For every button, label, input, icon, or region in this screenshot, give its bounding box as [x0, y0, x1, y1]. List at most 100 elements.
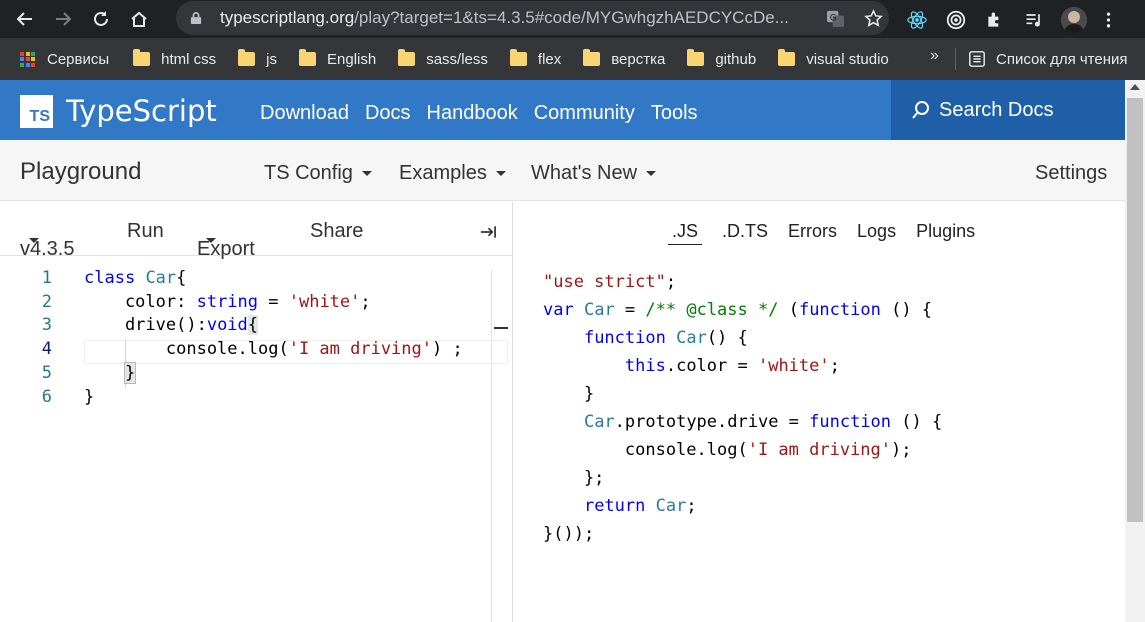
- bookmark-label: English: [327, 50, 377, 68]
- bookmarks-overflow-button[interactable]: »: [930, 47, 939, 65]
- examples-label: Examples: [399, 162, 487, 184]
- bookmark-label: верстка: [611, 50, 666, 68]
- brand-name[interactable]: TypeScript: [66, 94, 217, 128]
- overview-ruler-mark: [494, 327, 508, 329]
- bookmark-label: js: [266, 50, 278, 68]
- tab-dts[interactable]: .D.TS: [702, 221, 768, 245]
- bookmark-label: Сервисы: [47, 50, 110, 68]
- main-nav: Download Docs Handbook Community Tools: [260, 102, 714, 125]
- tab-errors[interactable]: Errors: [788, 221, 837, 245]
- nav-download[interactable]: Download: [260, 102, 349, 125]
- scrollbar-thumb[interactable]: [1127, 98, 1143, 522]
- code-text: drive():void{: [84, 315, 259, 335]
- editor-scroll-track[interactable]: [491, 270, 492, 622]
- line-number: 6: [41, 387, 52, 407]
- search-label: Search Docs: [939, 98, 1054, 121]
- bookmark-folder-html-css[interactable]: html css: [133, 38, 216, 80]
- chevron-down-icon: [206, 238, 216, 243]
- output-line: var Car = /** @class */ (function () {: [543, 300, 933, 320]
- ts-config-label: TS Config: [264, 162, 353, 184]
- bookmark-label: sass/less: [426, 50, 488, 68]
- run-button[interactable]: Run: [127, 220, 164, 243]
- playground-bar: Playground TS Config Examples What's New…: [0, 140, 1125, 201]
- bookmark-folder-english[interactable]: English: [299, 38, 376, 80]
- pane-divider[interactable]: [512, 202, 513, 622]
- search-docs-button[interactable]: Search Docs: [891, 80, 1125, 140]
- url-path: /play?target=1&ts=4.3.5#code/MYGwhgzhAED…: [354, 8, 789, 27]
- collapse-sidebar-icon[interactable]: [480, 222, 497, 245]
- tab-js[interactable]: .JS: [668, 221, 703, 245]
- target-extension-icon[interactable]: [944, 8, 968, 32]
- output-line: "use strict";: [543, 272, 677, 292]
- tab-plugins[interactable]: Plugins: [916, 221, 975, 245]
- bookmark-folder-sass-less[interactable]: sass/less: [398, 38, 488, 80]
- editor-line: 5 }: [0, 362, 510, 387]
- line-number: 1: [41, 268, 52, 288]
- site-header: TS TypeScript Download Docs Handbook Com…: [0, 80, 1125, 140]
- code-text: color: string = 'white';: [84, 292, 371, 312]
- whats-new-label: What's New: [531, 162, 638, 184]
- output-line: return Car;: [583, 496, 697, 516]
- folder-icon: [238, 49, 256, 66]
- url-text[interactable]: typescriptlang.org/play?target=1&ts=4.3.…: [220, 8, 810, 28]
- bookmark-label: html css: [161, 50, 217, 68]
- logo-text: TS: [29, 108, 50, 125]
- profile-avatar[interactable]: [1061, 7, 1087, 33]
- nav-handbook[interactable]: Handbook: [427, 102, 518, 125]
- react-devtools-icon[interactable]: [905, 8, 929, 32]
- reading-list-icon: [968, 50, 986, 68]
- tab-logs[interactable]: Logs: [857, 221, 896, 245]
- line-number: 5: [41, 363, 52, 383]
- folder-icon: [299, 49, 317, 66]
- bookmark-star-icon[interactable]: [863, 8, 883, 28]
- back-arrow-icon[interactable]: [10, 4, 40, 34]
- output-line: }: [543, 384, 595, 404]
- puzzle-extensions-icon[interactable]: [983, 8, 1007, 32]
- whats-new-menu[interactable]: What's New: [531, 162, 657, 185]
- share-button[interactable]: Share: [310, 220, 363, 243]
- folder-icon: [133, 49, 151, 66]
- browser-menu-icon[interactable]: [1102, 8, 1114, 32]
- browser-toolbar: typescriptlang.org/play?target=1&ts=4.3.…: [0, 0, 1145, 38]
- bookmark-folder-flex[interactable]: flex: [509, 38, 561, 80]
- home-icon[interactable]: [124, 4, 154, 34]
- nav-docs[interactable]: Docs: [365, 102, 411, 125]
- svg-text:G: G: [829, 13, 836, 23]
- bookmark-label: visual studio: [806, 50, 889, 68]
- forward-arrow-icon[interactable]: [48, 4, 78, 34]
- nav-tools[interactable]: Tools: [651, 102, 698, 125]
- media-playlist-icon[interactable]: [1022, 8, 1046, 32]
- output-line: };: [543, 468, 605, 488]
- bookmark-folder-js[interactable]: js: [238, 38, 277, 80]
- translate-icon[interactable]: G: [825, 8, 845, 28]
- reload-icon[interactable]: [86, 4, 116, 34]
- folder-icon: [583, 49, 601, 66]
- lock-icon[interactable]: [190, 11, 204, 25]
- examples-menu[interactable]: Examples: [399, 162, 506, 185]
- playground-title: Playground: [20, 158, 142, 185]
- chevron-down-icon: [495, 171, 506, 177]
- code-editor[interactable]: 1 class Car{ 2 color: string = 'white'; 3…: [0, 256, 512, 622]
- nav-community[interactable]: Community: [534, 102, 635, 125]
- apps-grid-icon: [20, 51, 35, 67]
- bookmark-folder-github[interactable]: github: [687, 38, 756, 80]
- typescript-logo[interactable]: TS: [20, 95, 53, 128]
- settings-link[interactable]: Settings: [1035, 162, 1107, 185]
- bookmark-folder-visual-studio[interactable]: visual studio: [778, 38, 889, 80]
- editor-line: 2 color: string = 'white';: [0, 292, 510, 316]
- bookmarks-divider: [955, 48, 956, 70]
- folder-icon: [778, 49, 796, 66]
- bookmark-label: github: [715, 50, 757, 68]
- editor-line: 4 console.log('I am driving') ;: [0, 339, 510, 363]
- ts-config-menu[interactable]: TS Config: [264, 162, 372, 185]
- output-tabs: .JS .D.TS Errors Logs Plugins: [668, 221, 995, 245]
- output-line: Car.prototype.drive = function () {: [583, 412, 943, 432]
- editor-line: 3 drive():void{: [0, 315, 510, 339]
- address-bar[interactable]: typescriptlang.org/play?target=1&ts=4.3.…: [176, 1, 889, 35]
- chevron-down-icon: [361, 171, 372, 177]
- reading-list-button[interactable]: Список для чтения: [968, 38, 1128, 80]
- editor-line: 1 class Car{: [0, 268, 510, 292]
- scroll-up-arrow-icon[interactable]: [1130, 84, 1140, 90]
- bookmark-folder-verstka[interactable]: верстка: [583, 38, 665, 80]
- bookmark-apps[interactable]: Сервисы: [20, 38, 109, 80]
